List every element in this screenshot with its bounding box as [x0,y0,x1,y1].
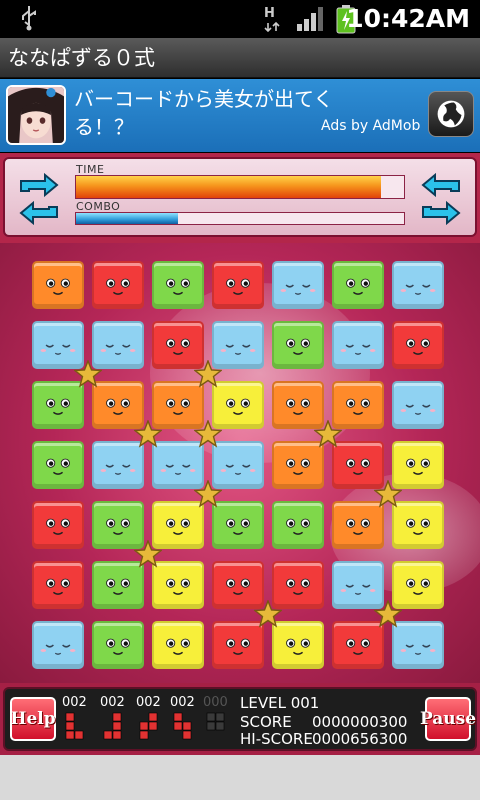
star-icon [373,479,403,508]
tile-green[interactable] [332,261,384,309]
piece-counter-value: 002 [136,695,161,710]
tile-blue[interactable] [332,321,384,369]
tile-blue[interactable] [392,621,444,669]
app-title-bar: ななぱずる０式 [0,38,480,78]
tile-blue[interactable] [392,261,444,309]
combo-meter-fill [76,213,178,224]
tile-red[interactable] [92,261,144,309]
tile-yellow[interactable] [152,621,204,669]
tile-green[interactable] [152,261,204,309]
tile-orange[interactable] [272,441,324,489]
tile-red[interactable] [32,561,84,609]
ad-avatar-image [6,85,66,145]
ad-attribution-text: Ads by AdMob [321,118,421,134]
tile-blue[interactable] [272,261,324,309]
star-icon [253,599,283,628]
tile-red[interactable] [212,621,264,669]
piece-shape-icon [64,711,88,741]
data-network-icon: H [262,6,284,32]
tile-red[interactable] [332,621,384,669]
star-icon [313,419,343,448]
star-icon [373,599,403,628]
tile-red[interactable] [32,501,84,549]
hiscore-label: HI-SCORE [240,730,313,748]
star-icon [193,419,223,448]
globe-icon[interactable] [428,91,474,137]
piece-shape-icon [172,711,196,741]
tile-orange[interactable] [32,261,84,309]
combo-meter [75,212,405,225]
pause-button[interactable]: Pause [420,697,476,741]
game-board[interactable] [0,243,480,683]
star-icon [133,539,163,568]
ad-headline: バーコードから美女が出てくる！？ [74,87,334,139]
hiscore-value: 0000656300 [312,730,408,748]
ad-attribution: Ads by AdMob [321,115,420,134]
tile-green[interactable] [32,441,84,489]
usb-icon [22,6,36,31]
time-meter [75,175,405,199]
piece-shape-icon [205,711,229,741]
tile-blue[interactable] [392,381,444,429]
tile-blue[interactable] [92,441,144,489]
piece-counter-value: 002 [62,695,87,710]
tile-yellow[interactable] [272,621,324,669]
rotate-right-icon[interactable] [415,173,467,225]
system-footer-strip [0,755,480,800]
help-button[interactable]: Help [10,697,56,741]
tile-green[interactable] [32,381,84,429]
star-icon [73,359,103,388]
star-icon [193,479,223,508]
score-value: 0000000300 [312,713,408,731]
tile-orange[interactable] [332,501,384,549]
signal-strength-icon [297,7,323,31]
score-label: SCORE [240,713,292,731]
piece-shape-icon [102,711,126,741]
app-title: ななぱずる０式 [8,46,155,70]
rotate-left-icon[interactable] [13,173,65,225]
tile-red[interactable] [392,321,444,369]
tile-green[interactable] [272,501,324,549]
tile-yellow[interactable] [392,501,444,549]
star-icon [193,359,223,388]
piece-counter-value: 000 [203,695,228,710]
time-meter-fill [76,176,382,198]
tile-green[interactable] [92,561,144,609]
piece-counter-value: 002 [100,695,125,710]
star-icon [133,419,163,448]
status-bar: H 10:42AM [0,0,480,38]
tile-yellow[interactable] [152,561,204,609]
piece-shape-icon [138,711,162,741]
status-clock: 10:42AM [346,4,470,33]
tile-green[interactable] [272,321,324,369]
tile-green[interactable] [212,501,264,549]
level-text: LEVEL 001 [240,694,320,712]
tile-blue[interactable] [32,621,84,669]
tile-red[interactable] [212,261,264,309]
tile-green[interactable] [92,621,144,669]
piece-counter-value: 002 [170,695,195,710]
